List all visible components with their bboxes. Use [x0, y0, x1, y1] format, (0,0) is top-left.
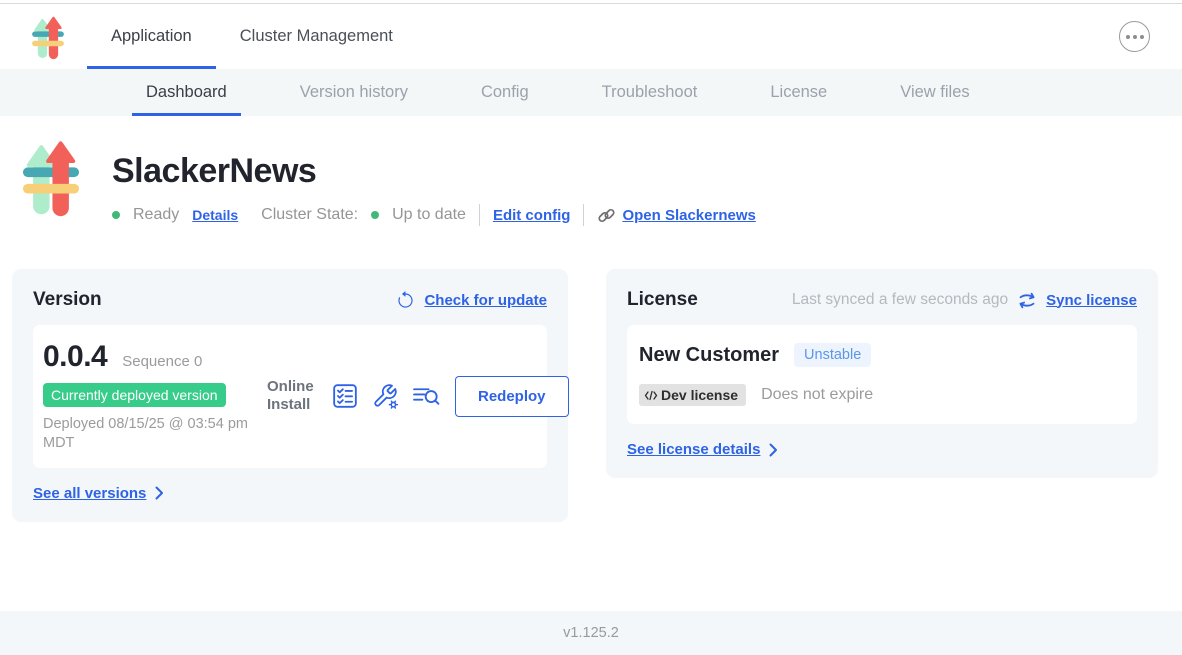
see-all-versions-row: See all versions — [33, 485, 547, 502]
header-tab-application[interactable]: Application — [87, 4, 216, 69]
tab-label: Dashboard — [146, 83, 227, 102]
app-logo-icon — [31, 15, 65, 61]
header-tab-cluster-management[interactable]: Cluster Management — [216, 4, 417, 69]
redeploy-button[interactable]: Redeploy — [455, 376, 569, 417]
tab-view-files[interactable]: View files — [886, 69, 983, 116]
customer-row: New Customer Unstable — [638, 341, 1126, 367]
license-type-badge: Dev license — [639, 384, 746, 406]
dashboard-main: SlackerNews Ready Details Cluster State:… — [0, 116, 1182, 522]
license-expiration: Does not expire — [761, 386, 873, 404]
see-all-versions-link[interactable]: See all versions — [33, 485, 146, 502]
version-number-row: 0.0.4 Sequence 0 — [43, 340, 267, 374]
open-app-link[interactable]: Open Slackernews — [597, 206, 755, 225]
tab-label: Troubleshoot — [602, 83, 698, 102]
app-status-row: Ready Details Cluster State: Up to date … — [112, 204, 769, 226]
code-icon — [644, 390, 658, 401]
header-tab-label: Cluster Management — [240, 27, 393, 46]
license-card-header: License Last synced a few seconds ago Sy… — [627, 289, 1137, 311]
channel-badge: Unstable — [794, 343, 871, 367]
tab-label: Config — [481, 83, 529, 102]
sync-arrows-icon — [1017, 292, 1037, 309]
vertical-divider — [583, 204, 584, 226]
tab-troubleshoot[interactable]: Troubleshoot — [588, 69, 712, 116]
tab-label: View files — [900, 83, 969, 102]
cluster-state-value: Up to date — [392, 206, 466, 224]
header-tab-label: Application — [111, 27, 192, 46]
view-logs-icon[interactable] — [413, 383, 440, 410]
license-type-label: Dev license — [661, 387, 738, 403]
last-synced-label: Last synced a few seconds ago — [792, 291, 1008, 309]
version-actions: Online Install — [267, 376, 569, 417]
header-tabs: Application Cluster Management — [87, 4, 417, 69]
console-footer: v1.125.2 — [0, 611, 1182, 655]
version-card-title: Version — [33, 289, 102, 311]
see-license-details-row: See license details — [627, 441, 1137, 458]
deployed-status-badge: Currently deployed version — [43, 383, 226, 407]
ellipsis-icon — [1133, 35, 1137, 39]
edit-config-link[interactable]: Edit config — [493, 207, 571, 224]
ellipsis-icon — [1126, 35, 1130, 39]
tab-dashboard[interactable]: Dashboard — [132, 69, 241, 116]
ready-status-dot — [112, 211, 120, 219]
dashboard-cards: Version Check for update 0.0.4 Sequence … — [12, 269, 1158, 522]
app-logo-small[interactable] — [31, 15, 65, 61]
console-version: v1.125.2 — [563, 625, 619, 641]
version-card: Version Check for update 0.0.4 Sequence … — [12, 269, 568, 522]
ellipsis-icon — [1140, 35, 1144, 39]
app-logo-icon — [22, 138, 80, 220]
app-subnav: Dashboard Version history Config Trouble… — [0, 69, 1182, 116]
license-card: License Last synced a few seconds ago Sy… — [606, 269, 1158, 478]
ready-status-label: Ready — [133, 206, 179, 224]
sync-license-link[interactable]: Sync license — [1046, 292, 1137, 309]
sequence-label: Sequence 0 — [122, 353, 202, 370]
tab-license[interactable]: License — [756, 69, 841, 116]
current-version-panel: 0.0.4 Sequence 0 Currently deployed vers… — [33, 325, 547, 468]
license-meta-row: Dev license Does not expire — [638, 384, 1126, 406]
tab-version-history[interactable]: Version history — [286, 69, 422, 116]
preflight-checks-icon[interactable] — [331, 383, 358, 410]
chevron-right-icon — [155, 486, 164, 500]
more-menu-button[interactable] — [1119, 21, 1150, 52]
open-app-link-label: Open Slackernews — [622, 207, 755, 224]
customer-name: New Customer — [639, 344, 779, 367]
chevron-right-icon — [769, 443, 778, 457]
tab-label: Version history — [300, 83, 408, 102]
license-card-title: License — [627, 289, 698, 311]
vertical-divider — [479, 204, 480, 226]
version-info: 0.0.4 Sequence 0 Currently deployed vers… — [43, 340, 267, 453]
main-header: Application Cluster Management — [0, 4, 1182, 69]
tab-config[interactable]: Config — [467, 69, 543, 116]
config-wrench-icon[interactable] — [372, 383, 399, 410]
hero-text: SlackerNews Ready Details Cluster State:… — [112, 137, 769, 226]
tab-label: License — [770, 83, 827, 102]
deployed-timestamp: Deployed 08/15/25 @ 03:54 pm MDT — [43, 415, 258, 453]
page-title: SlackerNews — [112, 152, 769, 191]
status-details-link[interactable]: Details — [192, 207, 238, 223]
check-update-action[interactable]: Check for update — [396, 291, 547, 310]
license-info-panel: New Customer Unstable Dev license Does n… — [627, 325, 1137, 424]
refresh-icon — [396, 291, 415, 310]
check-update-link[interactable]: Check for update — [424, 292, 547, 309]
chain-link-icon — [597, 206, 616, 225]
app-hero: SlackerNews Ready Details Cluster State:… — [0, 116, 1182, 226]
see-license-details-link[interactable]: See license details — [627, 441, 760, 458]
install-type-label: Online Install — [267, 378, 317, 416]
version-card-header: Version Check for update — [33, 289, 547, 311]
version-number: 0.0.4 — [43, 340, 107, 374]
app-logo-large — [22, 138, 80, 226]
cluster-state-dot — [371, 211, 379, 219]
cluster-state-label: Cluster State: — [261, 206, 358, 224]
